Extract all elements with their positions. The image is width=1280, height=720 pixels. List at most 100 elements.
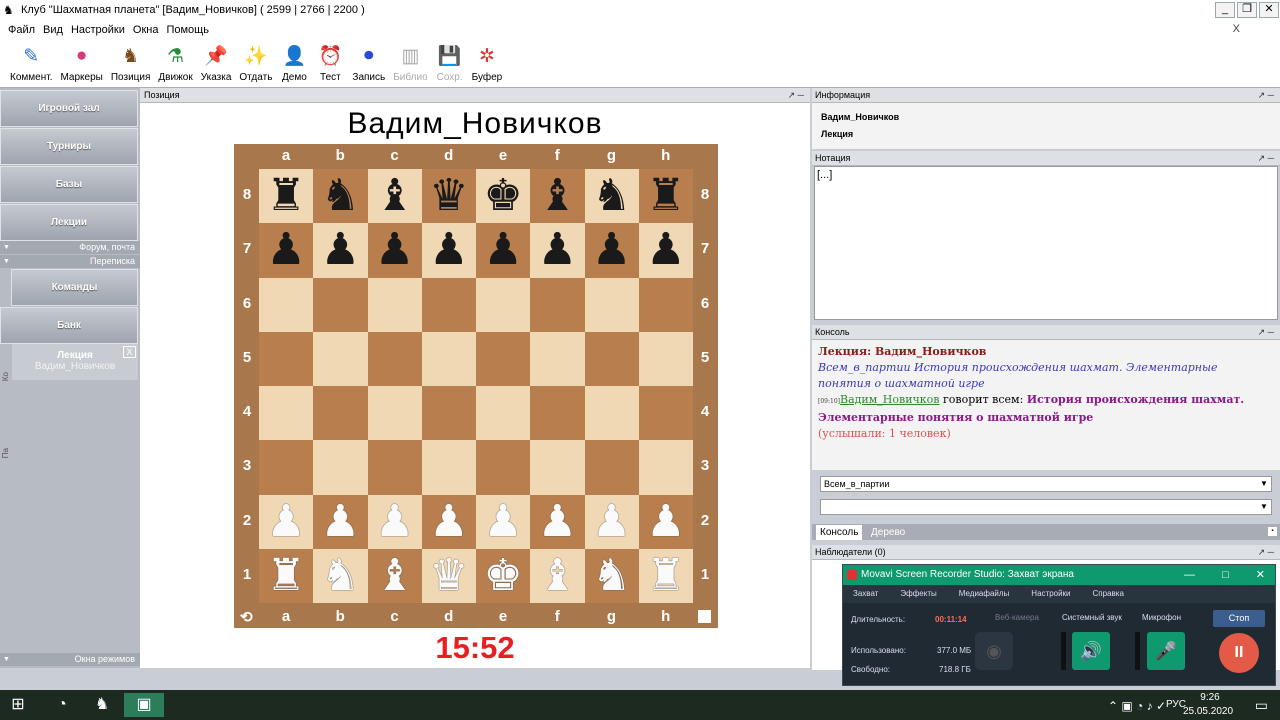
notification-icon[interactable]: ▭ xyxy=(1255,697,1268,714)
black-rook-icon[interactable]: ♜ xyxy=(639,169,693,223)
square-g5[interactable] xyxy=(584,331,639,386)
square-b6[interactable] xyxy=(313,277,368,332)
nav-lectures[interactable]: Лекции xyxy=(0,204,138,241)
section-mode-windows[interactable]: ▼ Окна режимов xyxy=(0,653,140,666)
toolbar-button-pointer[interactable]: 📌 Указка xyxy=(197,40,236,86)
white-pawn-icon[interactable]: ♟ xyxy=(585,495,639,549)
square-b4[interactable] xyxy=(313,386,368,441)
square-a6[interactable] xyxy=(259,277,314,332)
black-pawn-icon[interactable]: ♟ xyxy=(530,223,584,277)
square-c5[interactable] xyxy=(367,331,422,386)
tab-console[interactable]: Консоль xyxy=(816,525,863,540)
white-pawn-icon[interactable]: ♟ xyxy=(476,495,530,549)
white-knight-icon[interactable]: ♞ xyxy=(313,549,367,603)
webcam-icon[interactable]: ◉ xyxy=(975,632,1013,670)
recorder-maximize-button[interactable]: □ xyxy=(1222,569,1229,581)
toolbar-button-pencil[interactable]: ✎ Коммент. xyxy=(6,40,56,86)
white-pawn-icon[interactable]: ♟ xyxy=(639,495,693,549)
flip-board-icon[interactable]: ⟲ xyxy=(240,608,253,626)
toolbar-button-library[interactable]: ▥ Библио xyxy=(389,40,431,86)
clock-time[interactable]: 9:26 xyxy=(1190,692,1230,703)
recorder-menu-media[interactable]: Медиафайлы xyxy=(959,585,1010,603)
square-h3[interactable] xyxy=(638,440,693,495)
toolbar-button-clock[interactable]: ⏰ Тест xyxy=(312,40,348,86)
pause-button[interactable]: II xyxy=(1219,633,1259,673)
black-pawn-icon[interactable]: ♟ xyxy=(476,223,530,277)
toolbar-button-markers[interactable]: ● Маркеры xyxy=(56,40,106,86)
white-king-icon[interactable]: ♚ xyxy=(476,549,530,603)
black-rook-icon[interactable]: ♜ xyxy=(259,169,313,223)
speaker-icon[interactable]: 🔊 xyxy=(1072,632,1110,670)
tab-menu-icon[interactable]: ▪ xyxy=(1268,527,1277,536)
square-e5[interactable] xyxy=(476,331,531,386)
console-sender-link[interactable]: Вадим_Новичков xyxy=(840,393,940,406)
menu-settings[interactable]: Настройки xyxy=(71,24,125,36)
menu-view[interactable]: Вид xyxy=(43,24,63,36)
square-e6[interactable] xyxy=(476,277,531,332)
square-d4[interactable] xyxy=(421,386,476,441)
lecture-item[interactable]: Лекция Вадим_Новичков X xyxy=(12,344,138,380)
square-b5[interactable] xyxy=(313,331,368,386)
stop-button[interactable]: Стоп xyxy=(1213,610,1265,627)
console-input[interactable]: ▼ xyxy=(820,499,1272,515)
nav-game-hall[interactable]: Игровой зал xyxy=(0,90,138,127)
black-bishop-icon[interactable]: ♝ xyxy=(530,169,584,223)
square-a5[interactable] xyxy=(259,331,314,386)
nav-tournaments[interactable]: Турниры xyxy=(0,128,138,165)
black-pawn-icon[interactable]: ♟ xyxy=(639,223,693,277)
pin-icon[interactable]: ↗ ─ xyxy=(1258,545,1274,560)
toolbar-button-engine[interactable]: ⚗ Движок xyxy=(154,40,196,86)
black-king-icon[interactable]: ♚ xyxy=(476,169,530,223)
recorder-menu-settings[interactable]: Настройки xyxy=(1031,585,1070,603)
white-rook-icon[interactable]: ♜ xyxy=(259,549,313,603)
square-b3[interactable] xyxy=(313,440,368,495)
side-tab-games[interactable]: Па xyxy=(1,448,11,458)
pin-icon[interactable]: ↗ ─ xyxy=(1258,88,1274,103)
black-pawn-icon[interactable]: ♟ xyxy=(313,223,367,277)
black-queen-icon[interactable]: ♛ xyxy=(422,169,476,223)
recorder-minimize-button[interactable]: — xyxy=(1184,569,1195,581)
white-knight-icon[interactable]: ♞ xyxy=(585,549,639,603)
lecture-close-button[interactable]: X xyxy=(123,346,136,358)
section-forum[interactable]: ▼ Форум, почта xyxy=(0,241,140,254)
toolbar-button-record[interactable]: ⏺ Запись xyxy=(348,40,389,86)
square-h5[interactable] xyxy=(638,331,693,386)
black-pawn-icon[interactable]: ♟ xyxy=(585,223,639,277)
black-pawn-icon[interactable]: ♟ xyxy=(259,223,313,277)
square-g6[interactable] xyxy=(584,277,639,332)
pin-icon[interactable]: ↗ ─ xyxy=(1258,325,1274,340)
section-correspondence[interactable]: ▼ Переписка xyxy=(0,255,140,268)
white-pawn-icon[interactable]: ♟ xyxy=(259,495,313,549)
app-taskbar-icon[interactable]: ◔ xyxy=(44,693,80,717)
white-queen-icon[interactable]: ♛ xyxy=(422,549,476,603)
square-a4[interactable] xyxy=(259,386,314,441)
toolbar-button-demo[interactable]: 👤 Демо xyxy=(276,40,312,86)
square-h6[interactable] xyxy=(638,277,693,332)
white-pawn-icon[interactable]: ♟ xyxy=(422,495,476,549)
notation-area[interactable]: [...] xyxy=(814,166,1278,320)
square-c3[interactable] xyxy=(367,440,422,495)
microphone-icon[interactable]: 🎤 xyxy=(1147,632,1185,670)
recorder-menu-help[interactable]: Справка xyxy=(1093,585,1124,603)
square-f4[interactable] xyxy=(530,386,585,441)
toolbar-button-save[interactable]: 💾 Сохр. xyxy=(432,40,468,86)
square-c4[interactable] xyxy=(367,386,422,441)
tab-tree[interactable]: Дерево xyxy=(869,525,907,540)
console-target-select[interactable]: Всем_в_партии ▼ xyxy=(820,476,1272,492)
white-pawn-icon[interactable]: ♟ xyxy=(313,495,367,549)
menu-file[interactable]: Файл xyxy=(8,24,35,36)
recorder-menu-effects[interactable]: Эффекты xyxy=(900,585,936,603)
toolbar-button-puzzle[interactable]: ✲ Буфер xyxy=(468,40,507,86)
square-e4[interactable] xyxy=(476,386,531,441)
recorder-taskbar-icon[interactable]: ▣ xyxy=(124,693,164,717)
square-d6[interactable] xyxy=(421,277,476,332)
black-knight-icon[interactable]: ♞ xyxy=(585,169,639,223)
black-pawn-icon[interactable]: ♟ xyxy=(368,223,422,277)
start-icon[interactable]: ⊞ xyxy=(0,693,36,717)
white-rook-icon[interactable]: ♜ xyxy=(639,549,693,603)
square-g3[interactable] xyxy=(584,440,639,495)
mdi-close-button[interactable]: X xyxy=(1233,23,1240,35)
recorder-close-button[interactable]: ✕ xyxy=(1256,569,1265,581)
square-f6[interactable] xyxy=(530,277,585,332)
nav-bank[interactable]: Банк xyxy=(0,307,138,344)
